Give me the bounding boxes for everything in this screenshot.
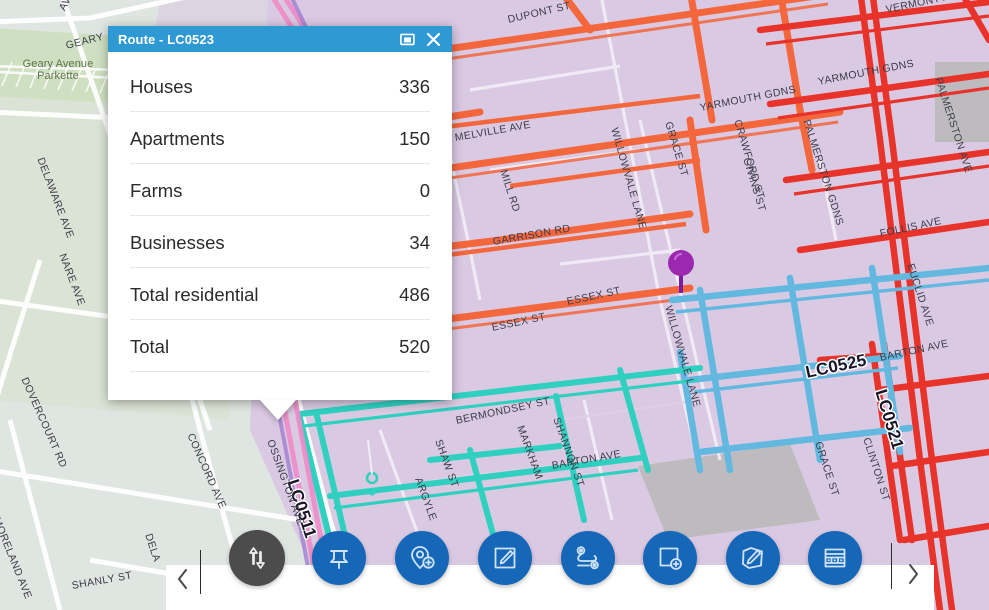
toolbar-scroll-left-button[interactable] [166, 558, 200, 600]
stat-row-total-residential: Total residential 486 [130, 268, 430, 320]
stat-value: 150 [399, 128, 430, 149]
stat-label: Apartments [130, 128, 225, 149]
pushpin-icon [330, 550, 348, 569]
route-path-icon [576, 546, 599, 570]
up-down-arrows-icon [249, 547, 265, 569]
toolbar-divider-left [200, 550, 201, 594]
stat-row-businesses: Businesses 34 [130, 216, 430, 268]
restore-window-icon[interactable] [394, 27, 420, 51]
toolbar-divider-right [891, 543, 892, 589]
freehand-edit-icon [742, 547, 763, 569]
popup-header[interactable]: Route - LC0523 [108, 26, 452, 52]
stat-value: 336 [399, 76, 430, 97]
stat-value: 486 [399, 284, 430, 305]
stat-label: Businesses [130, 232, 225, 253]
close-icon[interactable] [420, 27, 446, 51]
stat-label: Farms [130, 180, 183, 201]
reorder-stops-button[interactable] [229, 530, 285, 586]
map-application: Geary Avenue Parkette LC0525 LC0521 LC05… [0, 0, 989, 610]
stat-value: 0 [419, 180, 430, 201]
add-polygon-icon [659, 547, 682, 570]
chevron-left-icon [178, 569, 187, 589]
popup-pointer-tail [260, 400, 296, 420]
stat-label: Houses [130, 76, 193, 97]
stat-value: 34 [409, 232, 430, 253]
stat-value: 520 [399, 336, 430, 357]
popup-title: Route - LC0523 [118, 31, 215, 47]
stat-row-apartments: Apartments 150 [130, 112, 430, 164]
route-info-popup: Route - LC0523 Houses 336 Apartments 150 [108, 26, 452, 420]
attribute-table-button[interactable] [808, 531, 862, 585]
edit-shape-button[interactable] [478, 531, 532, 585]
stat-row-farms: Farms 0 [130, 164, 430, 216]
add-area-button[interactable] [643, 531, 697, 585]
stat-label: Total residential [130, 284, 259, 305]
stat-label: Total [130, 336, 170, 357]
edit-square-icon [494, 547, 516, 569]
draw-freehand-button[interactable] [726, 531, 780, 585]
stat-row-houses: Houses 336 [130, 60, 430, 112]
chevron-right-icon [909, 563, 918, 584]
place-marker-button[interactable] [312, 531, 366, 585]
add-map-point-icon [411, 546, 435, 569]
edit-route-button[interactable] [561, 531, 615, 585]
table-grid-icon [824, 548, 846, 568]
stat-row-total: Total 520 [130, 320, 430, 372]
popup-body: Houses 336 Apartments 150 Farms 0 Busine… [108, 52, 452, 400]
toolbar-scroll-right-button[interactable] [893, 551, 933, 596]
add-point-button[interactable] [395, 531, 449, 585]
